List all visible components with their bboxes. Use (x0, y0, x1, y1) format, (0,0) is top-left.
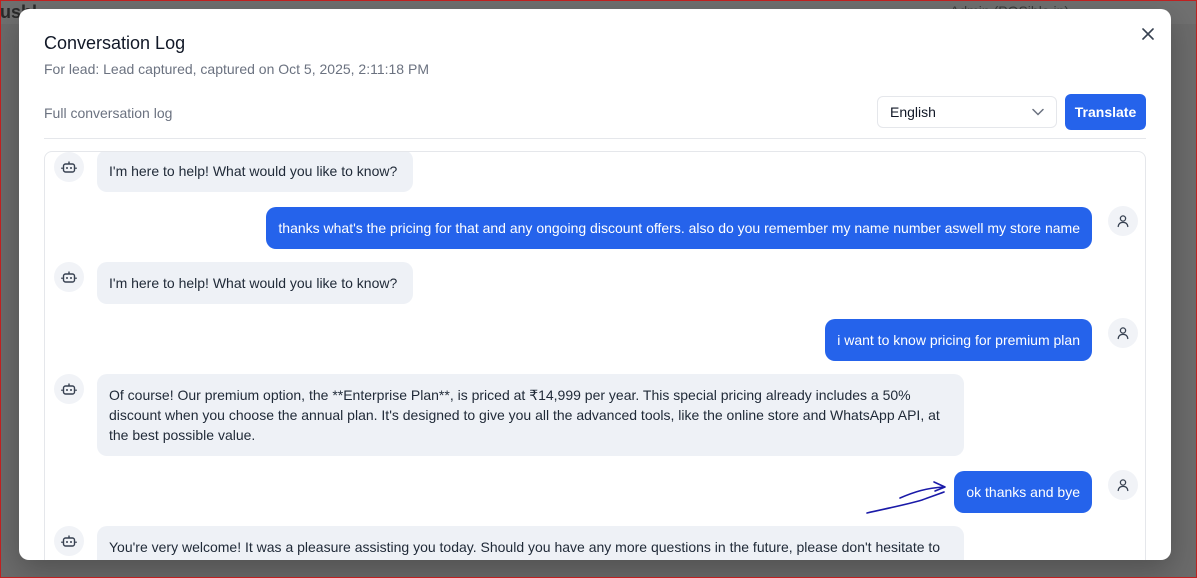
user-message: i want to know pricing for premium plan (825, 319, 1092, 361)
language-select[interactable]: English (877, 96, 1057, 128)
bot-icon (61, 161, 77, 173)
user-icon (1117, 327, 1129, 340)
user-icon (1117, 479, 1129, 492)
bot-avatar (54, 374, 84, 404)
bot-avatar (54, 262, 84, 292)
bot-icon (61, 535, 77, 547)
user-message: ok thanks and bye (954, 471, 1092, 513)
bot-message: You're very welcome! It was a pleasure a… (97, 526, 964, 560)
log-label: Full conversation log (44, 105, 173, 121)
chat-log[interactable]: I'm here to help! What would you like to… (44, 151, 1146, 560)
bot-avatar (54, 526, 84, 556)
header-divider (44, 138, 1146, 139)
user-avatar (1108, 470, 1138, 500)
bot-message: I'm here to help! What would you like to… (97, 262, 413, 304)
close-icon (1142, 28, 1154, 40)
user-icon (1117, 215, 1129, 228)
translate-button[interactable]: Translate (1065, 94, 1146, 130)
conversation-log-modal: Conversation Log For lead: Lead captured… (19, 9, 1171, 560)
modal-subtitle: For lead: Lead captured, captured on Oct… (44, 61, 429, 77)
bot-message: Of course! Our premium option, the **Ent… (97, 374, 964, 456)
bot-icon (61, 383, 77, 395)
bot-message: I'm here to help! What would you like to… (97, 152, 413, 192)
user-avatar (1108, 206, 1138, 236)
annotation-arrow-icon (866, 481, 946, 514)
bot-icon (61, 271, 77, 283)
user-message: thanks what's the pricing for that and a… (266, 207, 1092, 249)
bot-avatar (54, 152, 84, 182)
user-avatar (1108, 318, 1138, 348)
chevron-down-icon (1032, 108, 1044, 116)
modal-title: Conversation Log (44, 33, 186, 53)
close-button[interactable] (1139, 25, 1157, 43)
language-select-value: English (890, 104, 936, 120)
